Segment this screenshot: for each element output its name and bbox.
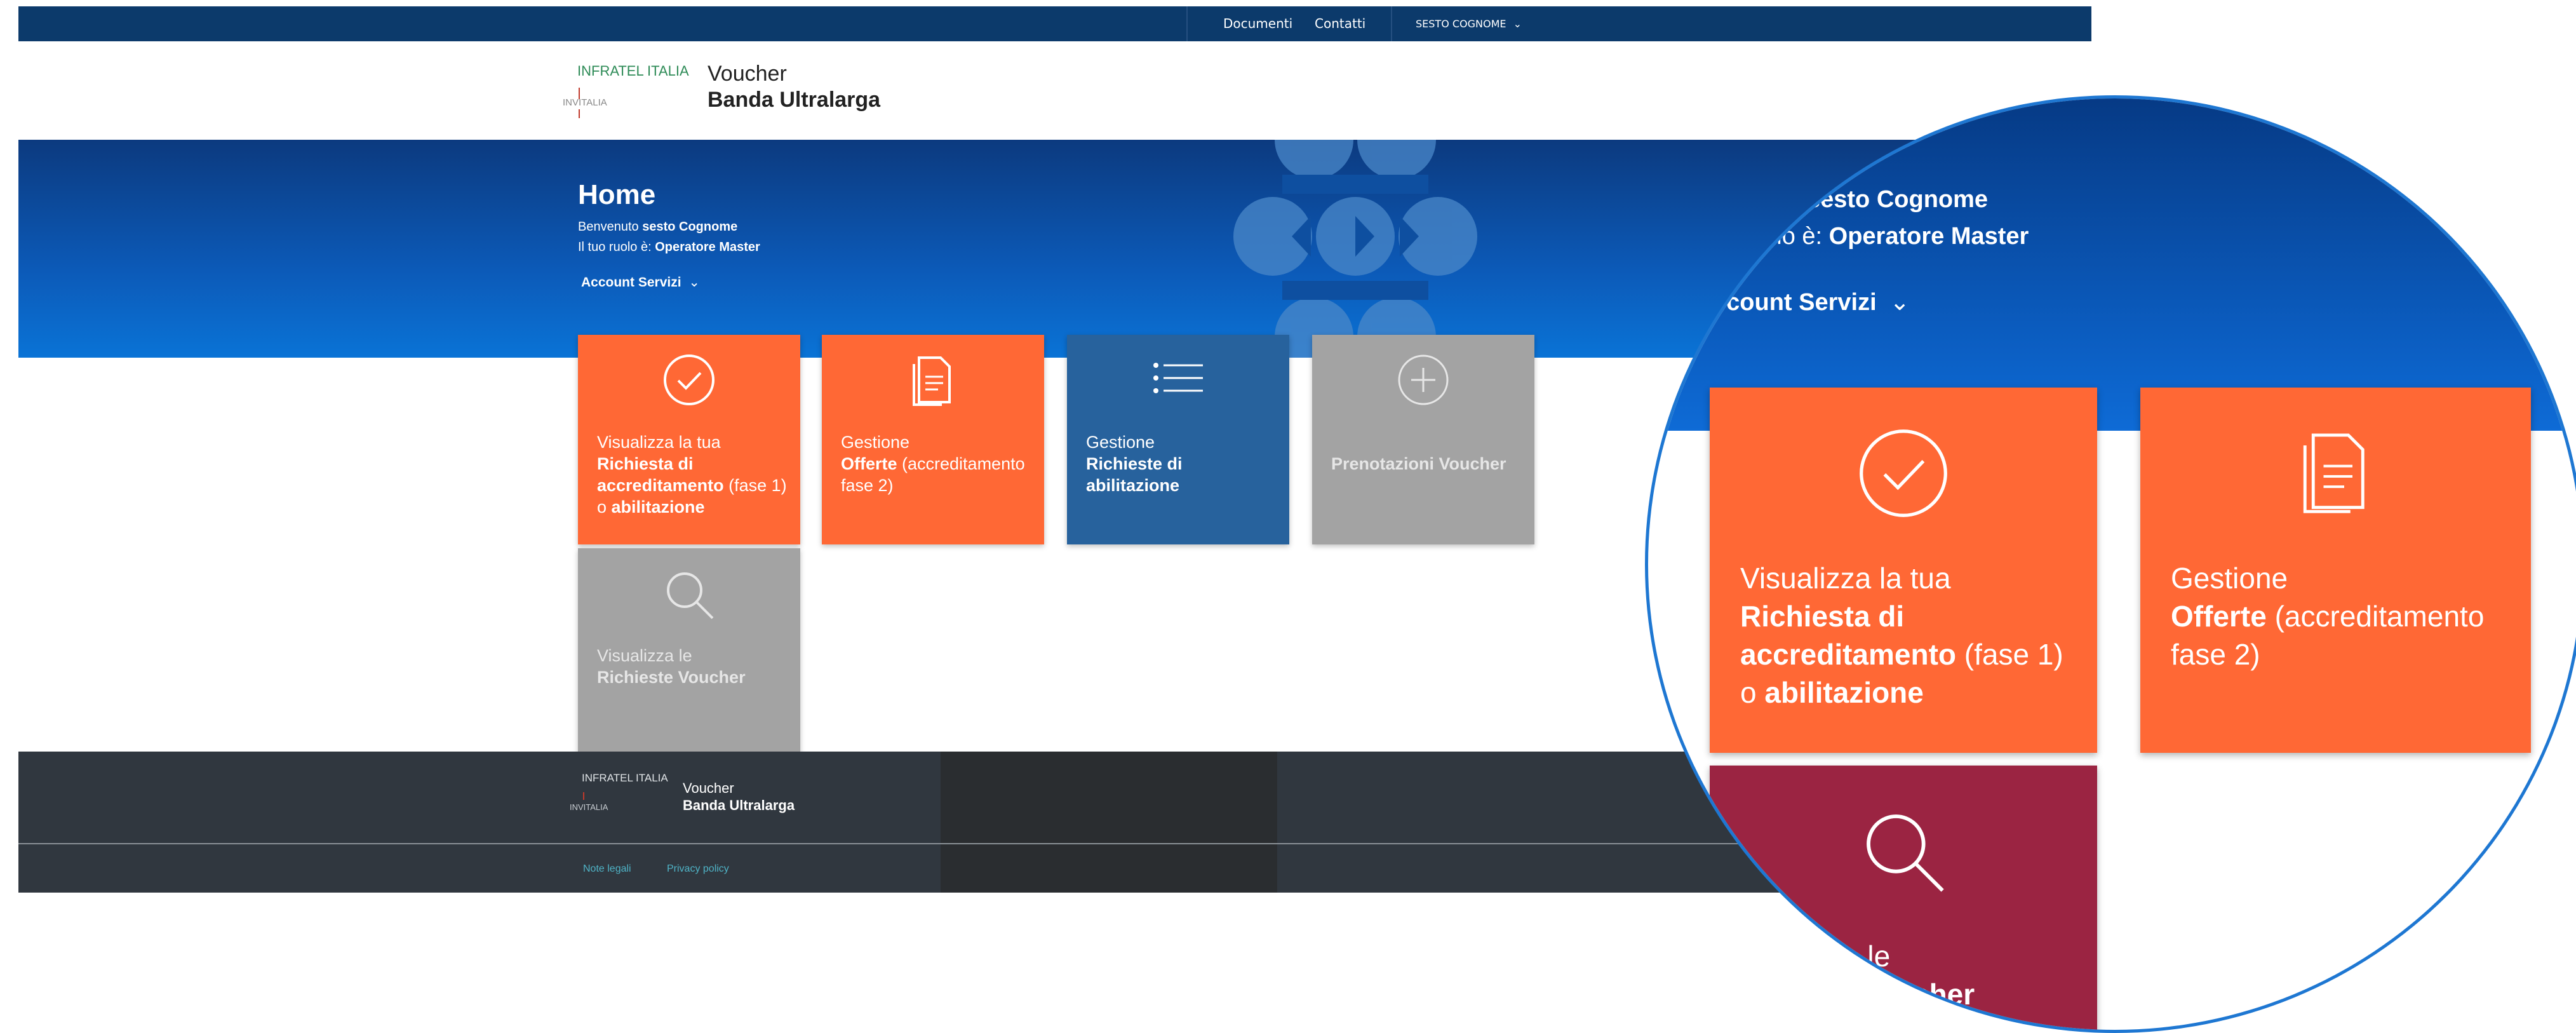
user-menu[interactable]: SESTO COGNOME ⌄: [1416, 6, 1522, 41]
search-icon: [1710, 804, 2097, 905]
tile-label: Visualizza la tua Richiesta di accredita…: [597, 431, 788, 518]
role-text: Il tuo ruolo è: Operatore Master: [578, 240, 760, 255]
tile-label: Gestione Richieste di abilitazione: [1086, 431, 1277, 496]
account-servizi-label: Account Servizi: [581, 275, 681, 290]
app-name-line1: Voucher: [708, 62, 787, 86]
tile-label: Visualizza le Richieste Voucher: [597, 645, 788, 688]
footer-app-line2: Banda Ultralarga: [683, 797, 795, 813]
tile-richieste-voucher[interactable]: Visualizza le Richieste Voucher: [578, 548, 800, 758]
tile-bold: Richiesta di: [1740, 600, 1905, 633]
plus-circle-icon: [1312, 353, 1534, 410]
logo-infratel-text: INFRATEL ITALIA: [577, 63, 689, 79]
divider: [1186, 6, 1188, 41]
zoom-tile-label: a le cher: [1843, 937, 2084, 1013]
tile-rest: fase 2): [2171, 638, 2260, 671]
documenti-link[interactable]: Documenti: [1223, 6, 1292, 41]
role-prefix: Il tuo ruolo è:: [578, 240, 652, 254]
tile-prenotazioni-voucher[interactable]: Prenotazioni Voucher: [1312, 335, 1534, 544]
zoom-account-servizi-label: ccount Servizi: [1713, 289, 1877, 316]
tile-line: a le: [1843, 940, 1891, 973]
logo-mark: [583, 792, 584, 800]
chevron-down-icon: ⌄: [1889, 289, 1910, 316]
tile-bold: Richieste Voucher: [597, 668, 746, 687]
tile-bold: accreditamento: [1740, 638, 1957, 671]
app-name-line2: Banda Ultralarga: [708, 88, 881, 112]
page-title: Home: [578, 179, 656, 210]
tile-bold: Richiesta di accreditamento: [597, 454, 724, 495]
footer-dark-panel: [941, 752, 1277, 893]
zoom-account-servizi-menu[interactable]: ccount Servizi ⌄: [1713, 288, 1910, 316]
zoom-role-value: Operatore Master: [1828, 223, 2029, 250]
zoom-tile-richiesta-accreditamento[interactable]: Visualizza la tua Richiesta di accredita…: [1710, 388, 2097, 753]
privacy-policy-link[interactable]: Privacy policy: [667, 863, 729, 875]
zoom-tile-label: Visualizza la tua Richiesta di accredita…: [1740, 559, 2084, 712]
tile-gestione-offerte[interactable]: Gestione Offerte (accreditamento fase 2): [822, 335, 1044, 544]
tile-rest: (fase 1): [1956, 638, 2063, 671]
role-value: Operatore Master: [655, 240, 760, 254]
tile-label: Gestione Offerte (accreditamento fase 2): [841, 431, 1031, 496]
tile-bold: Richieste di abilitazione: [1086, 454, 1183, 495]
zoom-welcome-text: sesto Cognome: [1807, 186, 1988, 213]
tile-line: Gestione: [2171, 562, 2288, 595]
tile-rest: (accreditamento: [2266, 600, 2485, 633]
tile-bold: Prenotazioni Voucher: [1331, 454, 1506, 473]
top-navigation-bar: Documenti Contatti SESTO COGNOME ⌄: [18, 6, 2091, 41]
document-icon: [2140, 426, 2531, 527]
tile-bold: abilitazione: [1764, 676, 1924, 709]
tile-rest: o: [1740, 676, 1765, 709]
footer-app-line1: Voucher: [683, 780, 734, 796]
footer-logo-invitalia-text: INVITALIA: [570, 802, 608, 812]
chevron-down-icon: ⌄: [1513, 18, 1522, 30]
footer-logo-infratel-text: INFRATEL ITALIA: [582, 772, 668, 784]
decorative-pattern: [1233, 140, 1477, 358]
user-menu-label: SESTO COGNOME: [1416, 18, 1506, 30]
tile-line: Gestione: [1086, 433, 1155, 452]
tile-richiesta-accreditamento[interactable]: Visualizza la tua Richiesta di accredita…: [578, 335, 800, 544]
zoom-hero-banner: [1648, 98, 2576, 431]
document-icon: [822, 353, 1044, 410]
tile-line: Gestione: [841, 433, 910, 452]
chevron-down-icon: ⌄: [688, 275, 700, 290]
zoom-tile-richieste-voucher[interactable]: a le cher: [1710, 766, 2097, 1030]
tile-line: Visualizza le: [597, 646, 692, 665]
logo-invitalia-text: INVITALIA: [563, 97, 607, 108]
check-circle-icon: [1710, 426, 2097, 527]
welcome-prefix: Benvenuto: [578, 220, 639, 234]
zoom-tile-gestione-offerte[interactable]: Gestione Offerte (accreditamento fase 2): [2140, 388, 2531, 753]
tile-bold: Offerte: [2171, 600, 2267, 633]
tile-richieste-abilitazione[interactable]: Gestione Richieste di abilitazione: [1067, 335, 1289, 544]
welcome-text: Benvenuto sesto Cognome: [578, 220, 737, 234]
tile-bold: Offerte: [841, 454, 897, 473]
zoom-role-text: uolo è: Operatore Master: [1750, 223, 2029, 250]
tile-bold: abilitazione: [611, 497, 705, 516]
user-name: sesto Cognome: [642, 220, 738, 234]
zoom-user-name: sesto Cognome: [1807, 186, 1989, 213]
zoom-role-prefix: uolo è:: [1750, 223, 1823, 250]
contatti-link[interactable]: Contatti: [1315, 6, 1365, 41]
search-icon: [578, 566, 800, 623]
note-legali-link[interactable]: Note legali: [583, 863, 631, 875]
tile-line: Visualizza la tua: [1740, 562, 1951, 595]
account-servizi-menu[interactable]: Account Servizi ⌄: [581, 274, 700, 290]
tile-line: Visualizza la tua: [597, 433, 721, 452]
zoom-tile-label: Gestione Offerte (accreditamento fase 2): [2171, 559, 2518, 673]
tile-bold: cher: [1913, 978, 1975, 1011]
magnifier-callout: sesto Cognome uolo è: Operatore Master c…: [1645, 95, 2576, 1033]
check-circle-icon: [578, 353, 800, 410]
logo-mark: [579, 109, 580, 118]
divider: [1391, 6, 1392, 41]
tile-label: Prenotazioni Voucher: [1331, 453, 1522, 475]
list-icon: [1067, 353, 1289, 410]
